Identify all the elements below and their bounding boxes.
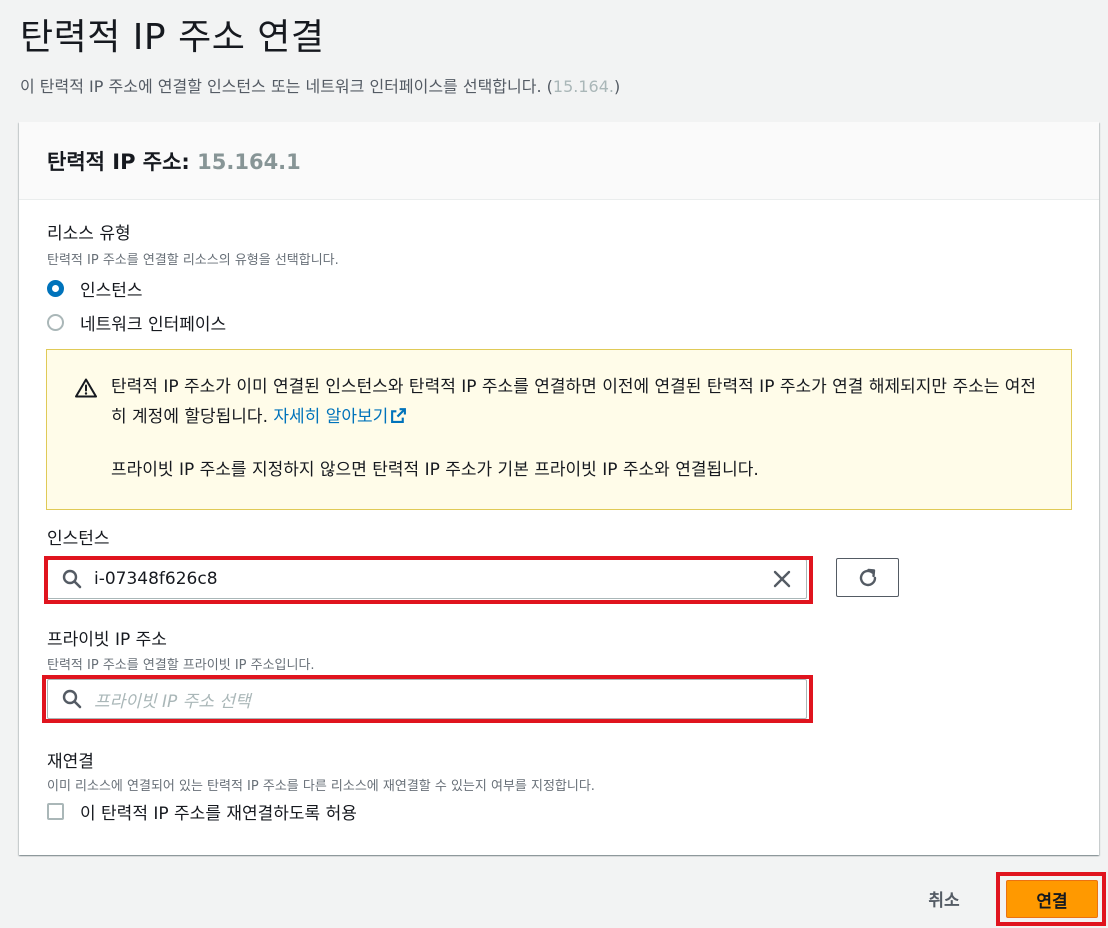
allow-reassociation-option[interactable]: 이 탄력적 IP 주소를 재연결하도록 허용: [47, 799, 357, 824]
radio-instance-button[interactable]: [47, 280, 64, 297]
associate-panel: 탄력적 IP 주소: 15.164.1 리소스 유형 탄력적 IP 주소를 연결…: [19, 122, 1099, 855]
reassociation-label: 재연결: [47, 752, 94, 772]
refresh-button[interactable]: [836, 558, 899, 597]
page-description: 이 탄력적 IP 주소에 연결할 인스턴스 또는 네트워크 인터페이스를 선택합…: [20, 73, 620, 97]
radio-instance[interactable]: 인스턴스: [47, 276, 143, 301]
panel-title-ip: 15.164.1: [197, 150, 301, 174]
learn-more-link[interactable]: 자세히 알아보기: [273, 407, 407, 427]
alert-message: 탄력적 IP 주소가 이미 연결된 인스턴스와 탄력적 IP 주소를 연결하면 …: [111, 377, 1037, 427]
reassociation-hint: 이미 리소스에 연결되어 있는 탄력적 IP 주소를 다른 리소스에 재연결할 …: [47, 779, 595, 794]
warning-alert: 탄력적 IP 주소가 이미 연결된 인스턴스와 탄력적 IP 주소를 연결하면 …: [46, 349, 1072, 510]
private-ip-placeholder[interactable]: 프라이빗 IP 주소 선택: [94, 687, 806, 712]
refresh-icon: [859, 568, 876, 586]
radio-network-interface-button[interactable]: [47, 314, 64, 331]
search-icon: [62, 689, 82, 709]
page-title: 탄력적 IP 주소 연결: [20, 17, 325, 58]
learn-more-label: 자세히 알아보기: [273, 407, 389, 427]
panel-header: 탄력적 IP 주소: 15.164.1: [19, 122, 1099, 200]
page-description-text: 이 탄력적 IP 주소에 연결할 인스턴스 또는 네트워크 인터페이스를 선택합…: [20, 77, 553, 96]
clear-icon[interactable]: [772, 569, 792, 589]
private-ip-search-input[interactable]: 프라이빗 IP 주소 선택: [47, 679, 807, 719]
associate-button[interactable]: 연결: [1006, 880, 1098, 918]
page-description-end: ): [613, 77, 621, 96]
instance-search-input[interactable]: i-07348f626c8: [47, 559, 807, 599]
private-ip-hint: 탄력적 IP 주소를 연결할 프라이빗 IP 주소입니다.: [47, 658, 315, 673]
alert-text: 탄력적 IP 주소가 이미 연결된 인스턴스와 탄력적 IP 주소를 연결하면 …: [111, 372, 1041, 432]
alert-text-secondary: 프라이빗 IP 주소를 지정하지 않으면 탄력적 IP 주소가 기본 프라이빗 …: [111, 460, 759, 480]
instance-label: 인스턴스: [47, 529, 110, 549]
private-ip-label: 프라이빗 IP 주소: [47, 630, 167, 650]
radio-instance-label: 인스턴스: [80, 281, 143, 301]
panel-title-prefix: 탄력적 IP 주소:: [47, 150, 198, 174]
resource-type-label: 리소스 유형: [47, 224, 131, 244]
redacted-ip: 15.164.: [552, 77, 614, 96]
search-icon: [62, 569, 82, 589]
instance-value[interactable]: i-07348f626c8: [94, 569, 772, 589]
cancel-button[interactable]: 취소: [906, 878, 982, 918]
allow-reassociation-checkbox[interactable]: [47, 803, 64, 820]
warning-icon: [75, 378, 97, 398]
external-link-icon: [391, 408, 407, 423]
radio-network-interface[interactable]: 네트워크 인터페이스: [47, 310, 226, 335]
radio-network-interface-label: 네트워크 인터페이스: [80, 315, 227, 335]
resource-type-hint: 탄력적 IP 주소를 연결할 리소스의 유형을 선택합니다.: [47, 253, 339, 268]
panel-title: 탄력적 IP 주소: 15.164.1: [47, 146, 1099, 176]
allow-reassociation-label: 이 탄력적 IP 주소를 재연결하도록 허용: [80, 804, 357, 824]
